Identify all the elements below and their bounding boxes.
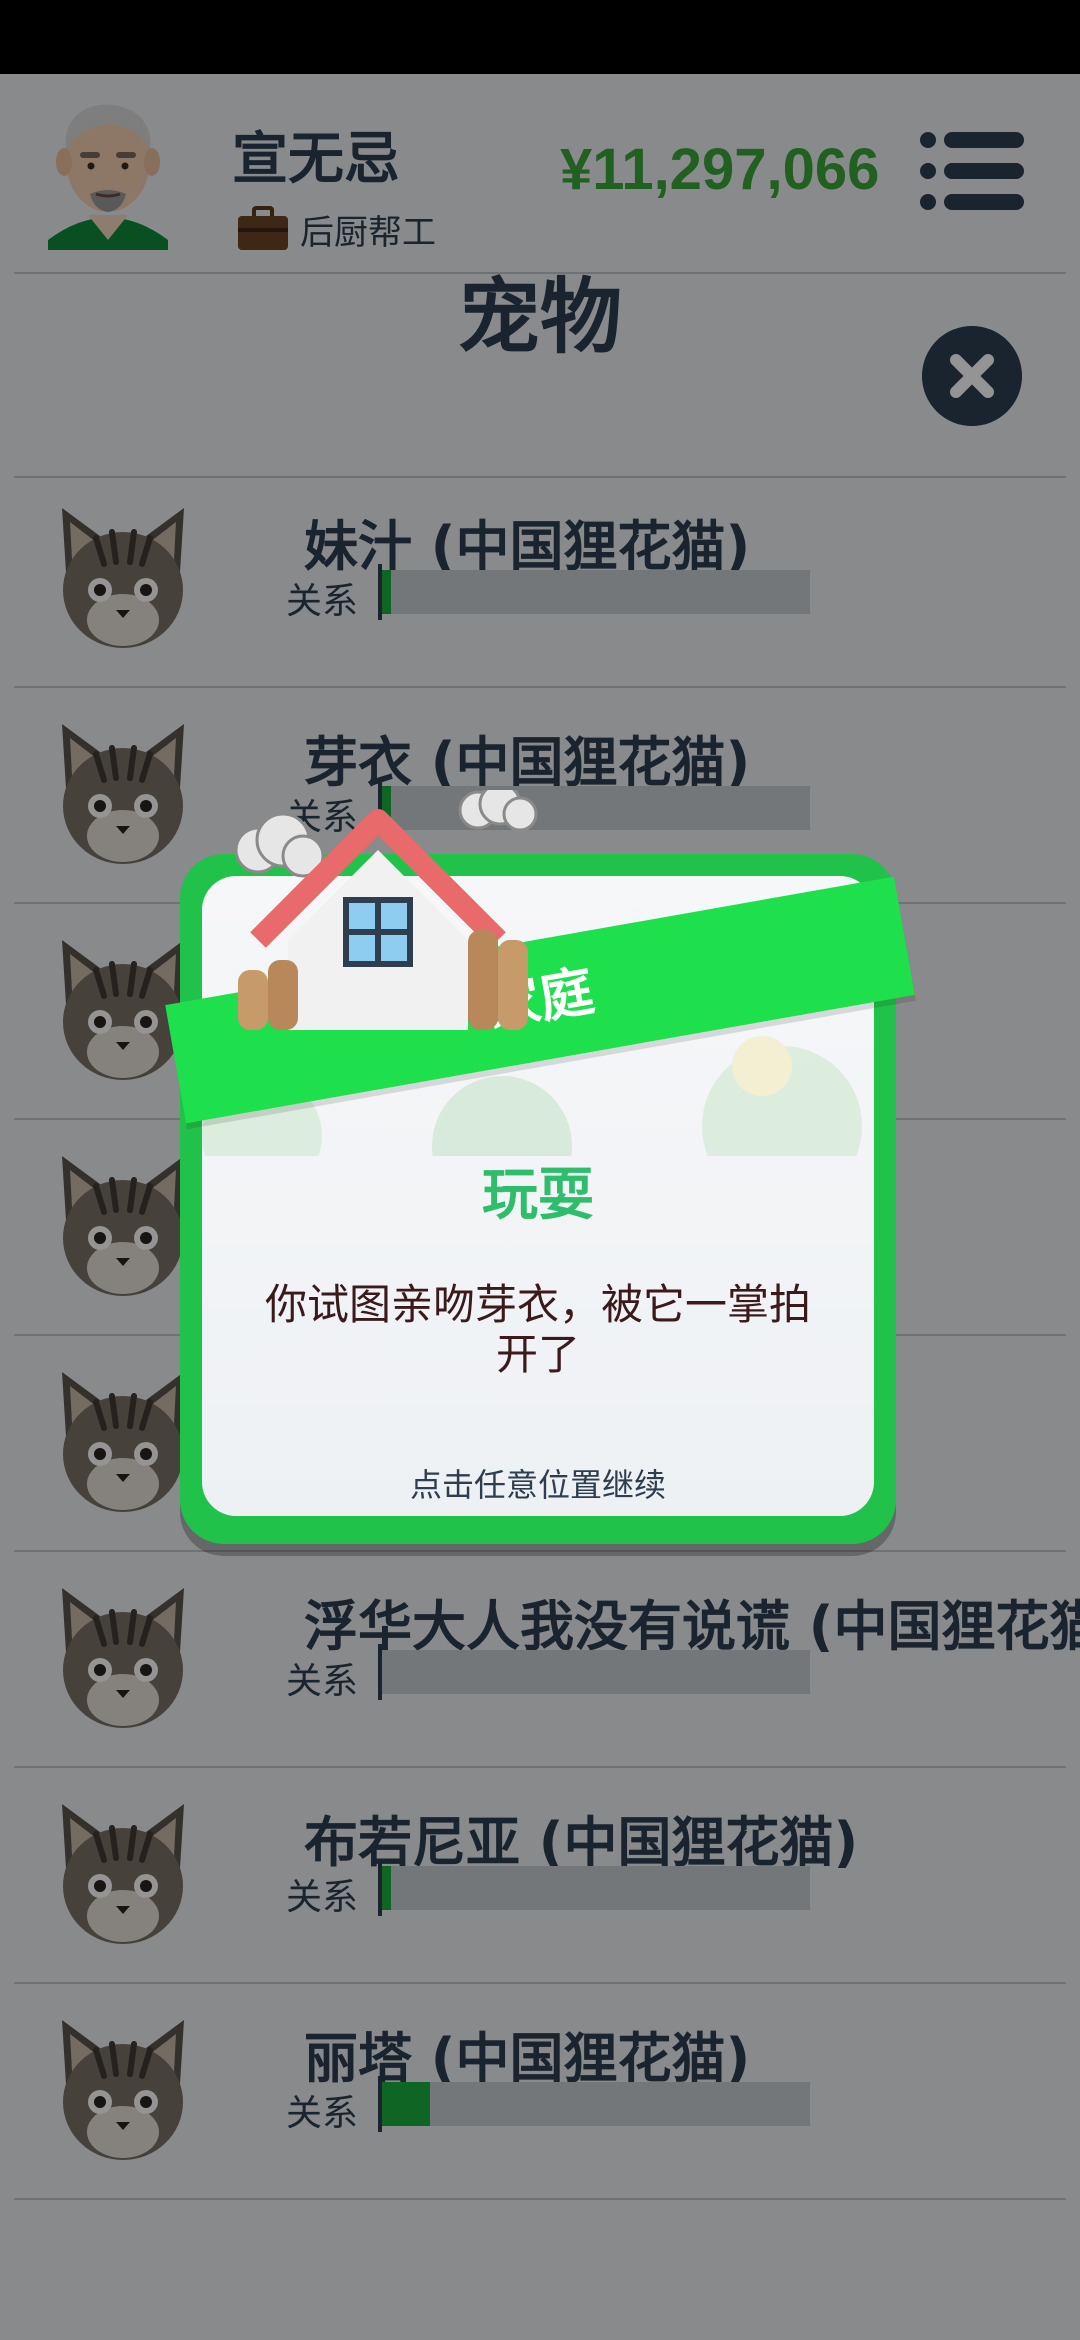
event-message: 你试图亲吻芽衣，被它一掌拍开了 xyxy=(264,1280,811,1379)
house-icon xyxy=(234,790,538,1030)
continue-hint: 点击任意位置继续 xyxy=(409,1466,666,1504)
event-title: 玩耍 xyxy=(482,1163,594,1228)
